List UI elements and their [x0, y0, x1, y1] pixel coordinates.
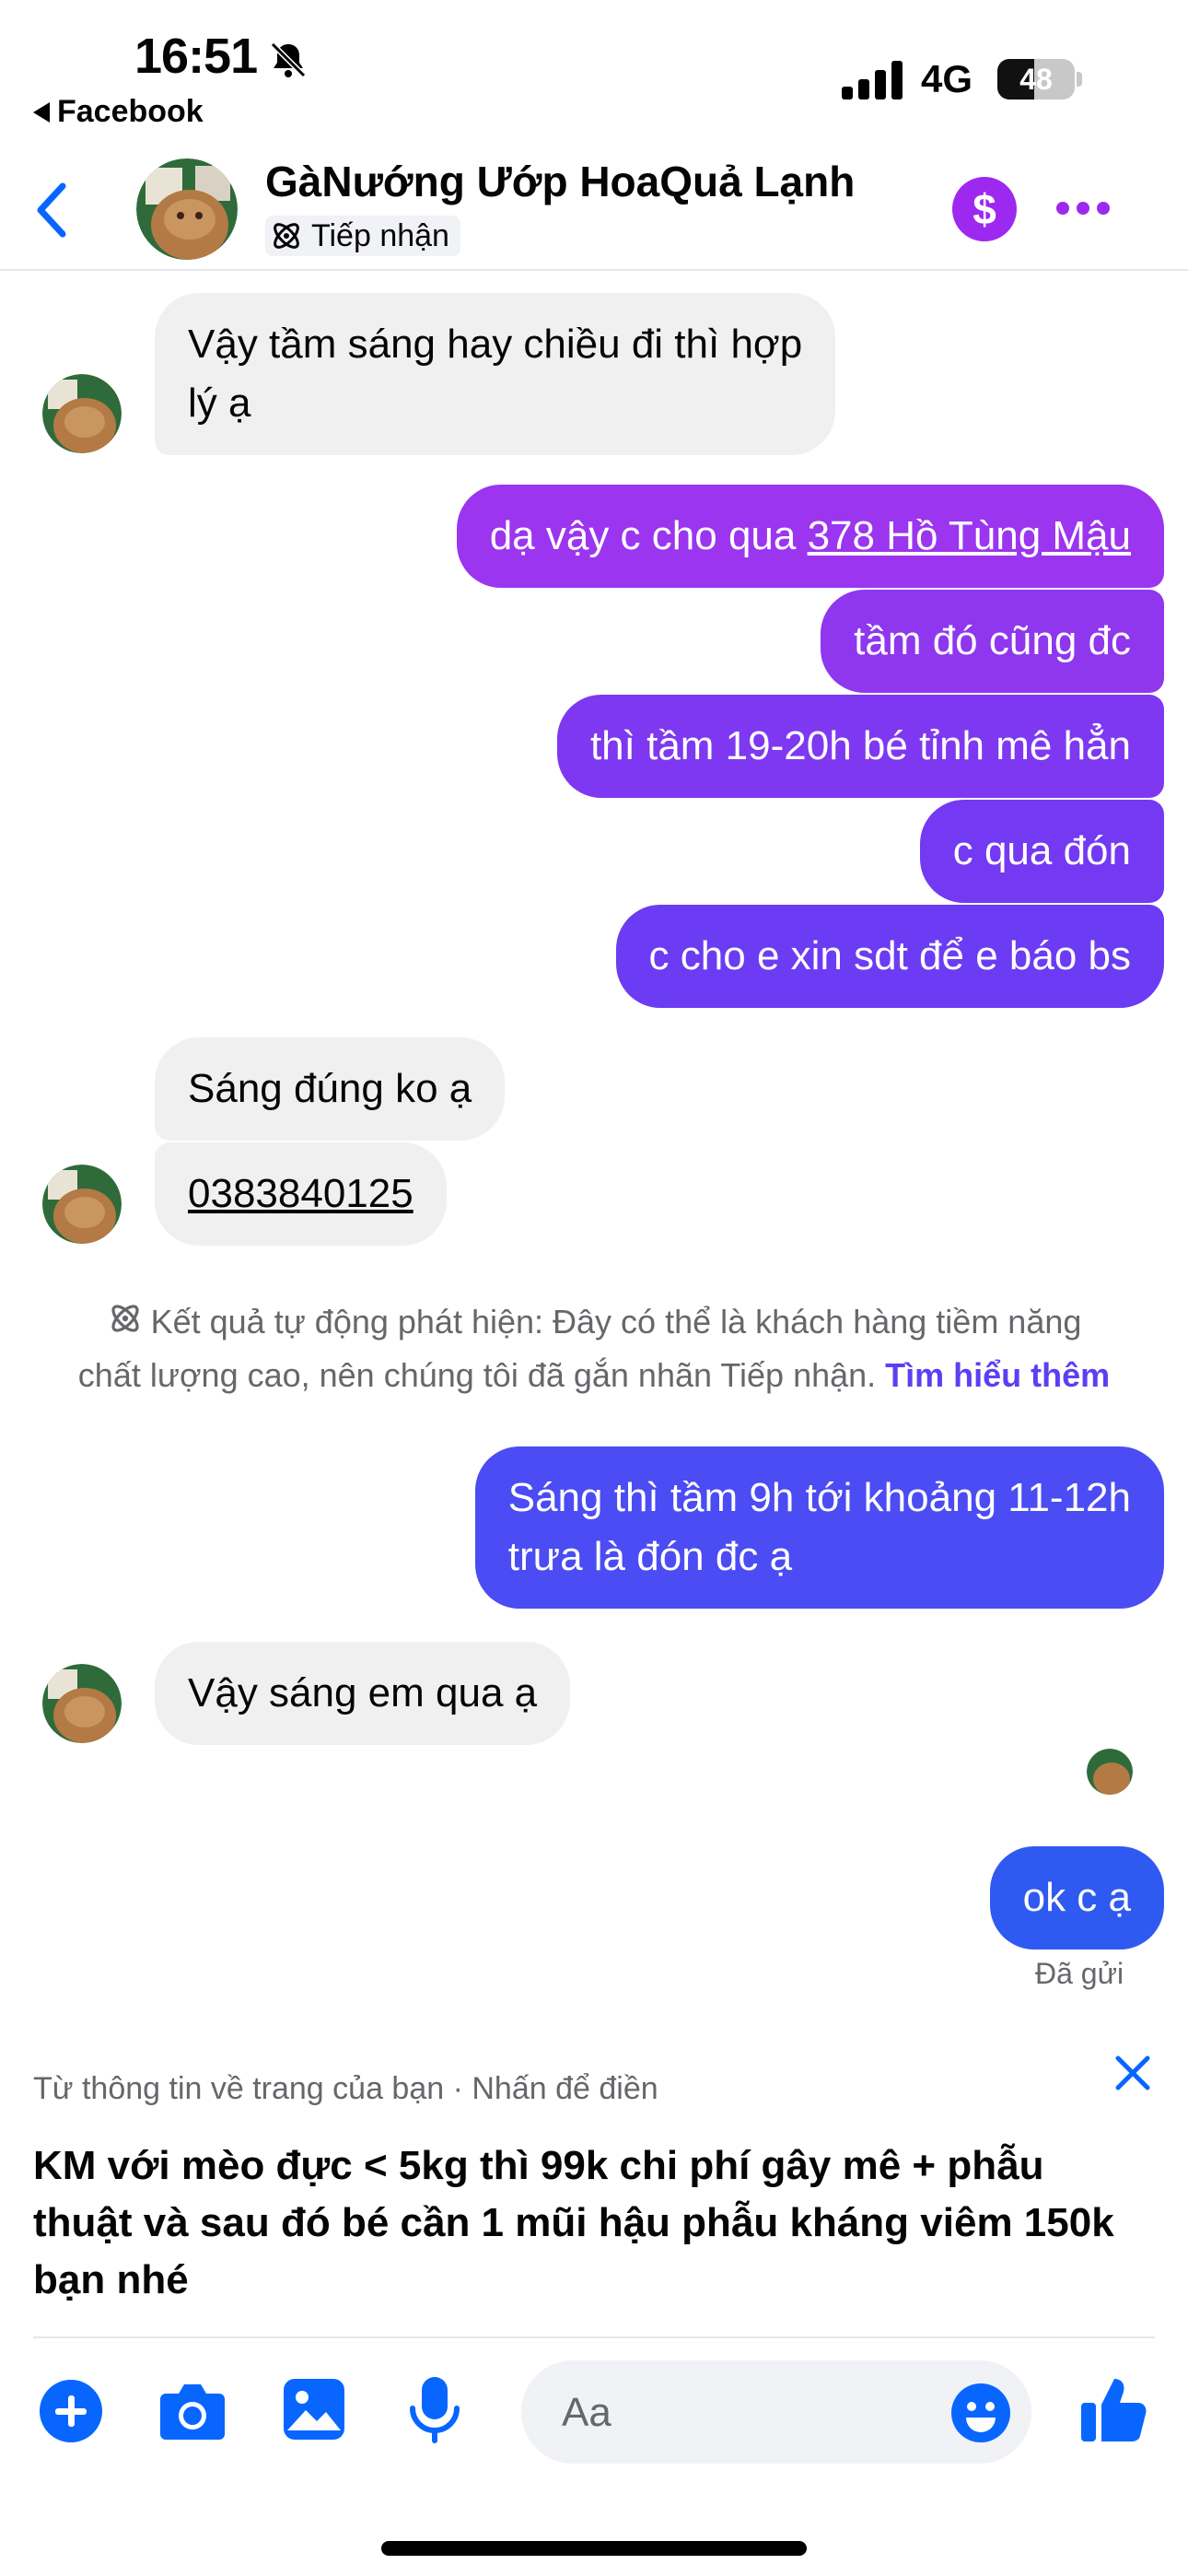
bell-muted-icon	[270, 41, 307, 78]
message-line: Vậy tầm sáng hay chiều đi thì hợp	[188, 322, 803, 367]
page-title[interactable]: GàNướng Ướp HoaQuả Lạnh	[265, 157, 855, 206]
seen-avatar	[1087, 1749, 1133, 1795]
system-note-line: chất lượng cao, nên chúng tôi đã gắn nhã…	[77, 1356, 886, 1394]
outgoing-message[interactable]: ok c ạ	[989, 1846, 1164, 1950]
message-composer: Aa	[0, 2340, 1188, 2484]
sent-status: Đã gửi	[1035, 1957, 1124, 1990]
like-icon[interactable]	[1079, 2373, 1147, 2443]
conversation-header: GàNướng Ướp HoaQuả Lạnh Tiếp nhận $	[0, 147, 1188, 271]
saved-reply-suggestion[interactable]: Từ thông tin về trang của bạn · Nhấn để …	[0, 2032, 1188, 2340]
camera-icon[interactable]	[158, 2381, 227, 2441]
status-time: 16:51	[134, 29, 258, 84]
status-badge[interactable]: Tiếp nhận	[265, 216, 460, 256]
tag-icon	[274, 223, 299, 249]
message-input[interactable]: Aa	[521, 2360, 1031, 2464]
message-line: Sáng thì tầm 9h tới khoảng 11-12h	[507, 1475, 1131, 1520]
status-badge-label: Tiếp nhận	[311, 217, 449, 253]
avatar[interactable]	[42, 1664, 122, 1743]
outgoing-message[interactable]: c cho e xin sdt để e báo bs	[615, 905, 1164, 1008]
signal-icon	[842, 61, 903, 100]
incoming-message[interactable]: Sáng đúng ko ạ	[155, 1037, 506, 1141]
network-type: 4G	[921, 57, 973, 100]
avatar[interactable]	[42, 1165, 122, 1244]
avatar[interactable]	[136, 158, 238, 260]
outgoing-message[interactable]: dạ vậy c cho qua 378 Hồ Tùng Mậu	[456, 485, 1164, 588]
mic-icon[interactable]	[407, 2375, 462, 2445]
incoming-message[interactable]: 0383840125	[155, 1142, 447, 1246]
emoji-icon[interactable]	[950, 2383, 1011, 2443]
messenger-screen: 16:51 Facebook 4G 48 GàNướng Ướp HoaQuả …	[0, 0, 1188, 2576]
address-link[interactable]: 378 Hồ Tùng Mậu	[808, 513, 1131, 558]
home-indicator[interactable]	[381, 2541, 807, 2556]
tag-icon	[111, 1305, 139, 1332]
divider	[33, 2336, 1155, 2338]
suggestion-text[interactable]: KM với mèo đực < 5kg thì 99k chi phí gây…	[33, 2137, 1147, 2309]
suggestion-meta: Từ thông tin về trang của bạn · Nhấn để …	[33, 2071, 658, 2106]
outgoing-message[interactable]: c qua đón	[919, 800, 1164, 903]
outgoing-message[interactable]: tầm đó cũng đc	[821, 590, 1164, 693]
gallery-icon[interactable]	[282, 2377, 346, 2441]
avatar[interactable]	[42, 374, 122, 453]
incoming-message[interactable]: Vậy sáng em qua ạ	[155, 1642, 571, 1745]
back-app-label: Facebook	[57, 94, 204, 129]
phone-link[interactable]: 0383840125	[188, 1171, 413, 1216]
incoming-message[interactable]: Vậy tầm sáng hay chiều đi thì hợp lý ạ	[155, 293, 836, 455]
back-chevron-icon[interactable]	[33, 181, 70, 240]
message-text: dạ vậy c cho qua	[489, 513, 808, 558]
system-note: Kết quả tự động phát hiện: Đây có thể là…	[37, 1295, 1151, 1402]
dollar-icon[interactable]: $	[952, 177, 1017, 241]
back-arrow-icon	[33, 101, 50, 123]
message-line: lý ạ	[188, 381, 251, 426]
battery-percent: 48	[1019, 63, 1053, 96]
more-icon[interactable]	[1055, 201, 1111, 216]
message-line: trưa là đón đc ạ	[507, 1534, 793, 1579]
back-to-app-link[interactable]: Facebook	[33, 94, 204, 130]
system-note-line: Kết quả tự động phát hiện: Đây có thể là…	[150, 1303, 1082, 1341]
add-icon[interactable]	[39, 2379, 103, 2443]
learn-more-link[interactable]: Tìm hiểu thêm	[885, 1356, 1110, 1394]
message-input-placeholder: Aa	[562, 2390, 611, 2435]
close-icon[interactable]	[1112, 2053, 1153, 2093]
battery-icon: 48	[997, 59, 1082, 100]
outgoing-message[interactable]: thì tầm 19-20h bé tỉnh mê hẳn	[556, 695, 1164, 798]
outgoing-message[interactable]: Sáng thì tầm 9h tới khoảng 11-12h trưa l…	[474, 1446, 1164, 1609]
